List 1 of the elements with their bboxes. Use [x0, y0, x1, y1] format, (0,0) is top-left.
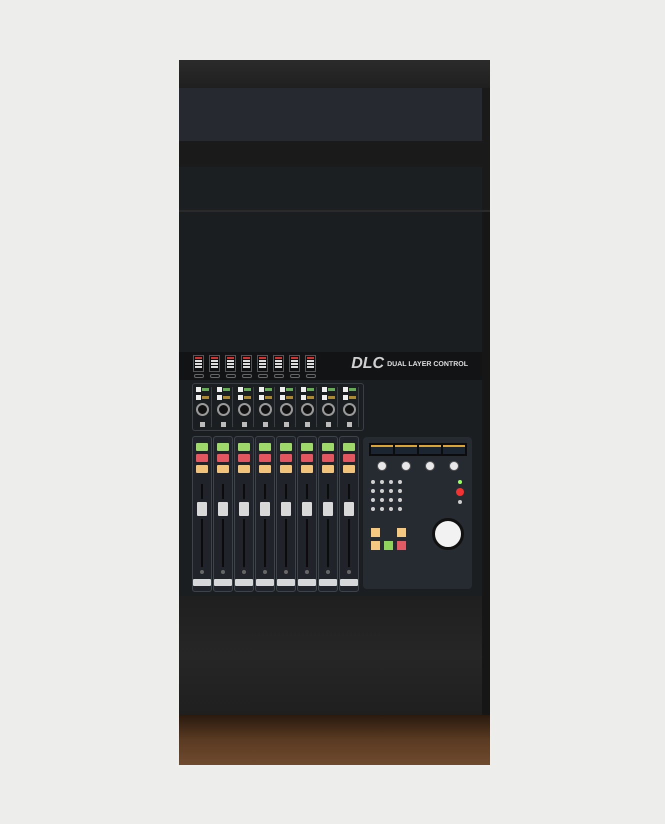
- logo-text: DLC: [351, 356, 384, 372]
